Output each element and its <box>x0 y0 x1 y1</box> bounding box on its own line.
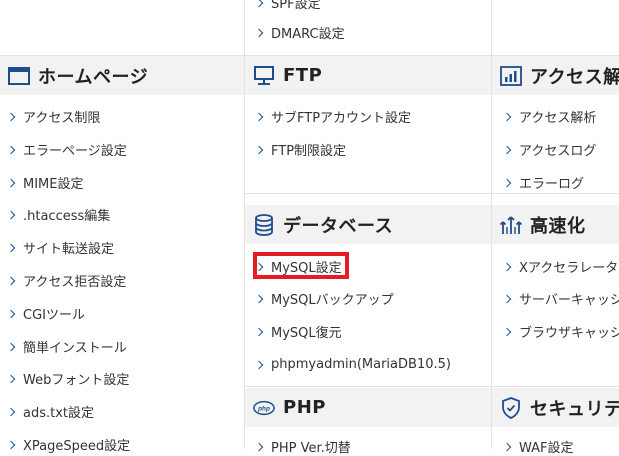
chevron-right-icon <box>502 327 512 336</box>
link-cgi-tools[interactable]: CGIツール <box>6 304 85 323</box>
link-mime[interactable]: MIME設定 <box>6 173 83 192</box>
svg-text:php: php <box>257 405 270 412</box>
link-browser-cache[interactable]: ブラウザキャッシ <box>502 322 619 341</box>
section-header-speed: 高速化 <box>492 205 619 244</box>
chevron-right-icon <box>6 440 16 449</box>
section-header-security: セキュリテ <box>492 388 619 427</box>
section-header-ftp: FTP <box>245 56 491 95</box>
link-web-fonts[interactable]: Webフォント設定 <box>6 369 129 388</box>
chevron-right-icon <box>254 327 264 336</box>
link-server-cache[interactable]: サーバーキャッシ <box>502 289 619 308</box>
section-header-homepage: ホームページ <box>0 56 244 95</box>
php-icon: php <box>253 397 275 419</box>
row-divider-ftp-bottom <box>245 193 619 194</box>
section-header-php: php PHP <box>245 388 491 427</box>
link-site-redirect[interactable]: サイト転送設定 <box>6 238 114 257</box>
link-easy-install[interactable]: 簡単インストール <box>6 337 127 356</box>
section-title: FTP <box>283 65 323 86</box>
highlight-box <box>253 252 349 279</box>
chevron-right-icon <box>502 442 512 451</box>
link-spf[interactable]: SPF設定 <box>254 0 321 12</box>
link-access-restriction[interactable]: アクセス制限 <box>6 107 100 126</box>
link-x-accelerator[interactable]: Xアクセラレータ <box>502 257 618 276</box>
link-access-analysis[interactable]: アクセス解析 <box>502 107 596 126</box>
chevron-right-icon <box>6 112 16 121</box>
link-phpmyadmin[interactable]: phpmyadmin(MariaDB10.5) <box>254 355 451 373</box>
row-divider-db-bottom <box>245 386 619 387</box>
section-header-access-analysis: アクセス解 <box>492 56 619 95</box>
link-error-page[interactable]: エラーページ設定 <box>6 140 127 159</box>
link-xpagespeed[interactable]: XPageSpeed設定 <box>6 435 130 454</box>
chevron-right-icon <box>254 28 264 37</box>
chevron-right-icon <box>6 243 16 252</box>
rocket-arrows-icon <box>500 214 522 236</box>
section-header-database: データベース <box>245 205 491 244</box>
chevron-right-icon <box>6 342 16 351</box>
chevron-right-icon <box>502 178 512 187</box>
link-dmarc[interactable]: DMARC設定 <box>254 23 345 42</box>
monitor-icon <box>253 65 275 87</box>
section-title: PHP <box>283 397 326 418</box>
link-access-deny[interactable]: アクセス拒否設定 <box>6 271 126 290</box>
section-title: 高速化 <box>530 215 586 237</box>
chevron-right-icon <box>6 178 16 187</box>
link-php-version[interactable]: PHP Ver.切替 <box>254 437 351 456</box>
chevron-right-icon <box>254 112 264 121</box>
chevron-right-icon <box>6 276 16 285</box>
link-access-log[interactable]: アクセスログ <box>502 140 596 159</box>
link-htaccess[interactable]: .htaccess編集 <box>6 205 110 224</box>
chevron-right-icon <box>6 210 16 219</box>
link-sub-ftp-account[interactable]: サブFTPアカウント設定 <box>254 107 411 126</box>
link-ads-txt[interactable]: ads.txt設定 <box>6 402 94 421</box>
link-ftp-restriction[interactable]: FTP制限設定 <box>254 140 346 159</box>
chevron-right-icon <box>6 374 16 383</box>
shield-check-icon <box>500 396 522 419</box>
section-title: データベース <box>283 215 394 237</box>
browser-window-icon <box>8 65 30 87</box>
chevron-right-icon <box>254 0 264 7</box>
chevron-right-icon <box>254 442 264 451</box>
link-error-log[interactable]: エラーログ <box>502 173 584 192</box>
section-title: アクセス解 <box>530 66 619 88</box>
chevron-right-icon <box>254 294 264 303</box>
chevron-right-icon <box>254 360 264 369</box>
link-mysql-backup[interactable]: MySQLバックアップ <box>254 289 394 308</box>
section-title: セキュリテ <box>530 398 619 420</box>
chevron-right-icon <box>6 309 16 318</box>
chevron-right-icon <box>6 145 16 154</box>
chevron-right-icon <box>502 145 512 154</box>
section-title: ホームページ <box>38 66 149 88</box>
chevron-right-icon <box>502 262 512 271</box>
link-mysql-restore[interactable]: MySQL復元 <box>254 322 342 341</box>
database-icon <box>253 213 275 236</box>
chevron-right-icon <box>254 145 264 154</box>
chevron-right-icon <box>502 112 512 121</box>
link-waf[interactable]: WAF設定 <box>502 437 574 456</box>
chevron-right-icon <box>6 407 16 416</box>
chevron-right-icon <box>502 294 512 303</box>
bar-chart-icon <box>500 65 522 87</box>
